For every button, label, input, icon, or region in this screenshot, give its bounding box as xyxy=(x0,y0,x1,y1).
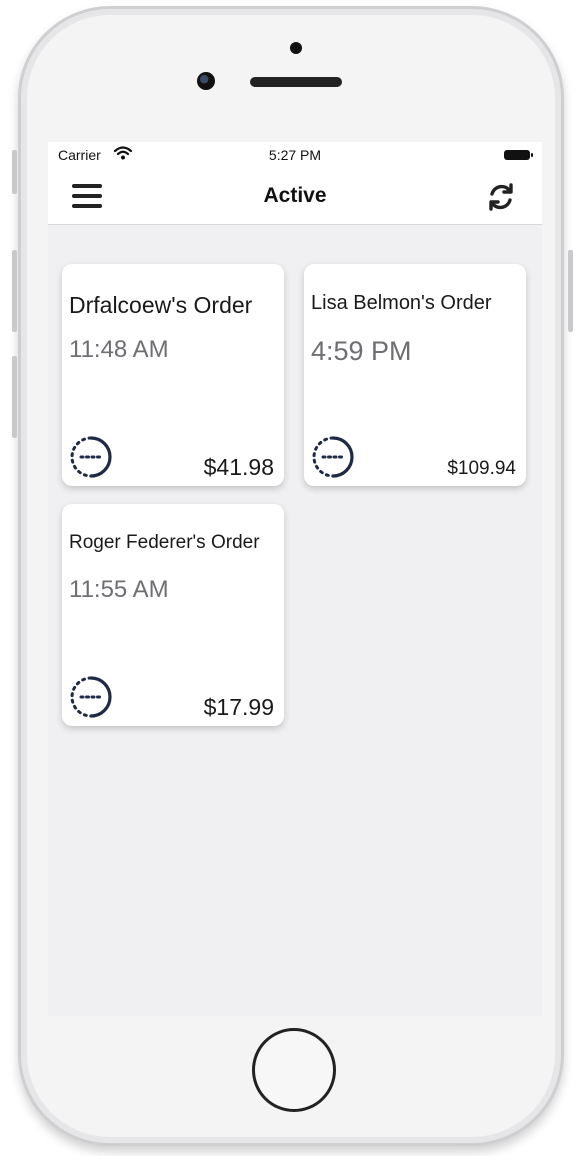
order-price: $109.94 xyxy=(447,458,516,479)
navigation-bar: Active xyxy=(48,170,542,225)
refresh-icon[interactable] xyxy=(484,180,518,214)
order-name: Drfalcoew's Order xyxy=(69,292,253,318)
page-title: Active xyxy=(263,184,327,207)
proximity-sensor xyxy=(290,42,302,54)
order-time: 4:59 PM xyxy=(311,336,412,366)
order-time: 11:55 AM xyxy=(69,576,169,603)
order-card[interactable]: Lisa Belmon's Order 4:59 PM $109.94 xyxy=(304,264,526,486)
volume-up-button xyxy=(12,250,17,332)
app-screen: Carrier 5:27 PM Active Drfalcoew's Order… xyxy=(48,142,542,1016)
order-card[interactable]: Roger Federer's Order 11:55 AM $17.99 xyxy=(62,504,284,726)
status-bar: Carrier 5:27 PM xyxy=(48,142,542,170)
order-price: $17.99 xyxy=(203,694,274,720)
in-progress-icon xyxy=(70,676,112,718)
order-time: 11:48 AM xyxy=(69,336,169,363)
in-progress-icon xyxy=(312,436,354,478)
volume-down-button xyxy=(12,356,17,438)
status-time: 5:27 PM xyxy=(268,147,322,163)
battery-icon xyxy=(504,150,533,160)
earpiece-speaker xyxy=(250,77,342,87)
order-card[interactable]: Drfalcoew's Order 11:48 AM $41.98 xyxy=(62,264,284,486)
mute-switch xyxy=(12,150,17,194)
order-price: $41.98 xyxy=(203,454,274,480)
order-name: Lisa Belmon's Order xyxy=(311,292,492,314)
power-button xyxy=(568,250,573,332)
home-button[interactable] xyxy=(252,1028,336,1112)
front-camera xyxy=(197,72,215,90)
order-name: Roger Federer's Order xyxy=(69,532,260,553)
in-progress-icon xyxy=(70,436,112,478)
